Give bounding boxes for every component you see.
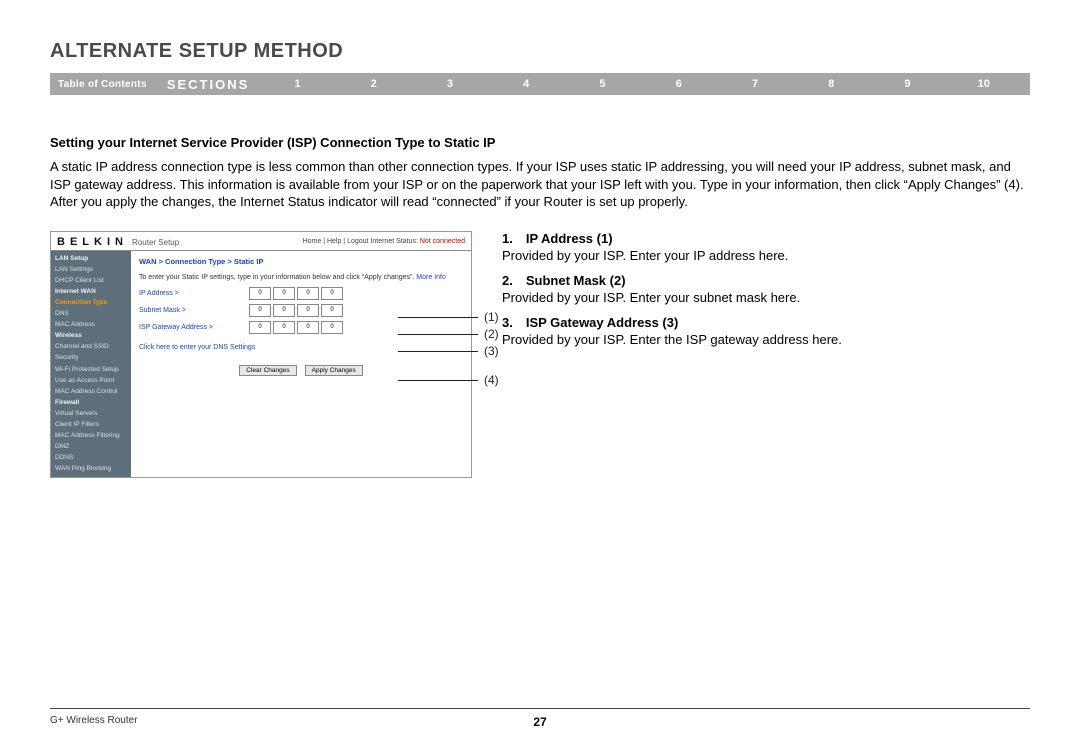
ip-address-input[interactable]: 0000 <box>249 287 343 300</box>
sidebar-item[interactable]: MAC Address <box>51 319 131 330</box>
def-subnet-title: 2. Subnet Mask (2) <box>502 273 1030 288</box>
sidebar-item[interactable]: WAN Ping Blocking <box>51 463 131 474</box>
nav-section-9[interactable]: 9 <box>869 78 945 90</box>
sidebar-item[interactable]: DNS <box>51 308 131 319</box>
sidebar-item[interactable]: DHCP Client List <box>51 275 131 286</box>
dns-settings-link[interactable]: Click here to enter your DNS Settings <box>139 344 463 351</box>
apply-changes-button[interactable]: Apply Changes <box>305 365 363 376</box>
sidebar-item[interactable]: Firewall <box>51 397 131 408</box>
sidebar-item[interactable]: DDNS <box>51 452 131 463</box>
nav-section-1[interactable]: 1 <box>259 78 335 90</box>
def-ip-text: Provided by your ISP. Enter your IP addr… <box>502 248 1030 263</box>
sidebar-item[interactable]: Client IP Filters <box>51 419 131 430</box>
status-indicator: Not connected <box>420 238 465 245</box>
nav-sections-label: SECTIONS <box>167 77 259 92</box>
footer-product: G+ Wireless Router <box>50 715 138 726</box>
sidebar-item[interactable]: Wireless <box>51 330 131 341</box>
sidebar-item[interactable]: Wi-Fi Protected Setup <box>51 364 131 375</box>
page-number: 27 <box>533 715 546 729</box>
subheading: Setting your Internet Service Provider (… <box>50 135 1030 150</box>
def-gateway-text: Provided by your ISP. Enter the ISP gate… <box>502 332 1030 347</box>
more-info-link[interactable]: More Info <box>416 274 446 281</box>
router-instruction: To enter your Static IP settings, type i… <box>139 274 463 281</box>
section-nav: Table of Contents SECTIONS 12345678910 <box>50 73 1030 95</box>
nav-section-5[interactable]: 5 <box>564 78 640 90</box>
subnet-mask-label: Subnet Mask > <box>139 307 249 314</box>
clear-changes-button[interactable]: Clear Changes <box>239 365 296 376</box>
nav-section-6[interactable]: 6 <box>641 78 717 90</box>
sidebar-item[interactable]: MAC Address Control <box>51 386 131 397</box>
router-setup-label: Router Setup <box>132 238 179 247</box>
subnet-mask-input[interactable]: 0000 <box>249 304 343 317</box>
sidebar-item[interactable]: Security <box>51 352 131 363</box>
nav-section-8[interactable]: 8 <box>793 78 869 90</box>
sidebar-item[interactable]: Virtual Servers <box>51 408 131 419</box>
router-sidebar: LAN SetupLAN SettingsDHCP Client ListInt… <box>51 251 131 477</box>
nav-section-3[interactable]: 3 <box>412 78 488 90</box>
page-title: ALTERNATE SETUP METHOD <box>50 40 1030 63</box>
sidebar-item[interactable]: LAN Settings <box>51 264 131 275</box>
gateway-label: ISP Gateway Address > <box>139 324 249 331</box>
intro-paragraph: A static IP address connection type is l… <box>50 158 1030 211</box>
page-footer: G+ Wireless Router 27 <box>50 708 1030 726</box>
def-subnet-text: Provided by your ISP. Enter your subnet … <box>502 290 1030 305</box>
nav-section-7[interactable]: 7 <box>717 78 793 90</box>
nav-section-10[interactable]: 10 <box>946 78 1022 90</box>
nav-section-2[interactable]: 2 <box>336 78 412 90</box>
gateway-input[interactable]: 0000 <box>249 321 343 334</box>
sidebar-item[interactable]: Internet WAN <box>51 286 131 297</box>
nav-toc[interactable]: Table of Contents <box>58 79 167 90</box>
router-breadcrumb: WAN > Connection Type > Static IP <box>139 257 463 266</box>
sidebar-item[interactable]: Use as Access Point <box>51 375 131 386</box>
sidebar-item[interactable]: Channel and SSID <box>51 341 131 352</box>
router-header-links: Home | Help | Logout Internet Status: No… <box>303 238 465 245</box>
router-screenshot: BELKIN Router Setup Home | Help | Logout… <box>50 231 472 478</box>
definitions-list: 1. IP Address (1) Provided by your ISP. … <box>502 231 1030 357</box>
sidebar-item[interactable]: Connection Type <box>51 297 131 308</box>
def-ip-title: 1. IP Address (1) <box>502 231 1030 246</box>
def-gateway-title: 3. ISP Gateway Address (3) <box>502 315 1030 330</box>
sidebar-item[interactable]: DMZ <box>51 441 131 452</box>
sidebar-item[interactable]: LAN Setup <box>51 253 131 264</box>
ip-address-label: IP Address > <box>139 290 249 297</box>
sidebar-item[interactable]: MAC Address Filtering <box>51 430 131 441</box>
belkin-logo: BELKIN <box>57 236 128 248</box>
nav-section-4[interactable]: 4 <box>488 78 564 90</box>
